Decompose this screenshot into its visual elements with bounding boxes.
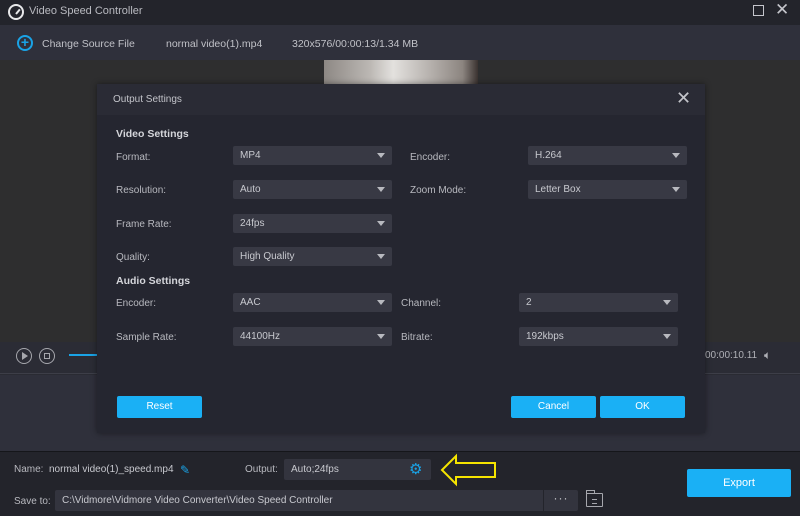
pencil-icon[interactable]: ✎ <box>180 463 190 477</box>
open-folder-icon[interactable] <box>586 490 603 507</box>
frame-rate-select[interactable]: 24fps <box>233 214 392 233</box>
quality-label: Quality: <box>116 252 150 263</box>
output-file-name: normal video(1)_speed.mp4 <box>49 464 174 475</box>
output-settings-dialog: Output Settings ✕ Video Settings Format:… <box>97 84 705 433</box>
resolution-label: Resolution: <box>116 185 167 196</box>
stop-button[interactable] <box>39 348 55 364</box>
close-icon[interactable]: ✕ <box>676 88 691 108</box>
audio-encoder-select[interactable]: AAC <box>233 293 392 312</box>
video-frame <box>324 60 478 84</box>
sample-rate-select[interactable]: 44100Hz <box>233 327 392 346</box>
current-time: 00:00:10.11 <box>705 350 758 361</box>
chevron-down-icon <box>663 300 671 305</box>
dialog-title: Output Settings <box>113 94 182 105</box>
chevron-down-icon <box>377 153 385 158</box>
play-button[interactable] <box>16 348 32 364</box>
title-bar: Video Speed Controller ✕ <box>0 0 800 25</box>
speedometer-icon <box>8 4 24 20</box>
chevron-down-icon <box>377 221 385 226</box>
chevron-down-icon <box>672 153 680 158</box>
output-label: Output: <box>245 464 278 475</box>
video-settings-heading: Video Settings <box>116 128 189 140</box>
quality-value: High Quality <box>240 251 295 262</box>
channel-value: 2 <box>526 297 532 308</box>
gear-icon[interactable]: ⚙ <box>409 460 422 478</box>
source-file-meta: 320x576/00:00:13/1.34 MB <box>292 38 419 50</box>
output-format-field[interactable]: Auto;24fps ⚙ <box>284 459 431 480</box>
stop-icon <box>44 353 50 359</box>
save-path-value: C:\Vidmore\Vidmore Video Converter\Video… <box>62 495 333 506</box>
maximize-icon[interactable] <box>753 5 764 16</box>
bitrate-value: 192kbps <box>526 331 564 342</box>
reset-button[interactable]: Reset <box>117 396 202 418</box>
output-format-value: Auto;24fps <box>291 464 339 475</box>
video-encoder-select[interactable]: H.264 <box>528 146 687 165</box>
dialog-header: Output Settings ✕ <box>97 84 705 115</box>
bitrate-select[interactable]: 192kbps <box>519 327 678 346</box>
sample-rate-value: 44100Hz <box>240 331 281 342</box>
zoom-mode-select[interactable]: Letter Box <box>528 180 687 199</box>
video-encoder-value: H.264 <box>535 150 562 161</box>
audio-encoder-value: AAC <box>240 297 261 308</box>
source-file-name: normal video(1).mp4 <box>166 38 263 50</box>
name-label: Name: <box>14 464 44 475</box>
annotation-arrow-icon <box>440 453 496 487</box>
play-icon <box>22 352 28 360</box>
channel-label: Channel: <box>401 298 442 309</box>
close-icon[interactable]: ✕ <box>775 1 789 19</box>
chevron-down-icon <box>377 254 385 259</box>
video-encoder-label: Encoder: <box>410 152 451 163</box>
frame-rate-value: 24fps <box>240 218 265 229</box>
cancel-button[interactable]: Cancel <box>511 396 596 418</box>
chevron-down-icon <box>377 334 385 339</box>
chevron-down-icon <box>377 300 385 305</box>
resolution-value: Auto <box>240 184 261 195</box>
frame-rate-label: Frame Rate: <box>116 219 172 230</box>
chevron-down-icon <box>672 187 680 192</box>
chevron-down-icon <box>377 187 385 192</box>
toolbar: + Change Source File normal video(1).mp4… <box>0 25 800 60</box>
volume-icon[interactable]: 🔈︎ <box>764 348 771 363</box>
save-to-label: Save to: <box>14 496 51 507</box>
format-label: Format: <box>116 152 151 163</box>
audio-encoder-label: Encoder: <box>116 298 157 309</box>
ok-button[interactable]: OK <box>600 396 685 418</box>
playback-progress[interactable] <box>69 354 99 356</box>
plus-circle-icon[interactable]: + <box>17 35 33 51</box>
format-value: MP4 <box>240 150 261 161</box>
save-path-field[interactable]: C:\Vidmore\Vidmore Video Converter\Video… <box>55 490 578 511</box>
change-source-button[interactable]: Change Source File <box>42 38 135 50</box>
browse-button[interactable]: ··· <box>543 490 578 511</box>
audio-settings-heading: Audio Settings <box>116 275 191 287</box>
export-button[interactable]: Export <box>687 469 791 497</box>
zoom-mode-value: Letter Box <box>535 184 581 195</box>
bitrate-label: Bitrate: <box>401 332 433 343</box>
app-title: Video Speed Controller <box>29 5 143 17</box>
quality-select[interactable]: High Quality <box>233 247 392 266</box>
resolution-select[interactable]: Auto <box>233 180 392 199</box>
chevron-down-icon <box>663 334 671 339</box>
zoom-mode-label: Zoom Mode: <box>410 185 467 196</box>
sample-rate-label: Sample Rate: <box>116 332 177 343</box>
format-select[interactable]: MP4 <box>233 146 392 165</box>
channel-select[interactable]: 2 <box>519 293 678 312</box>
